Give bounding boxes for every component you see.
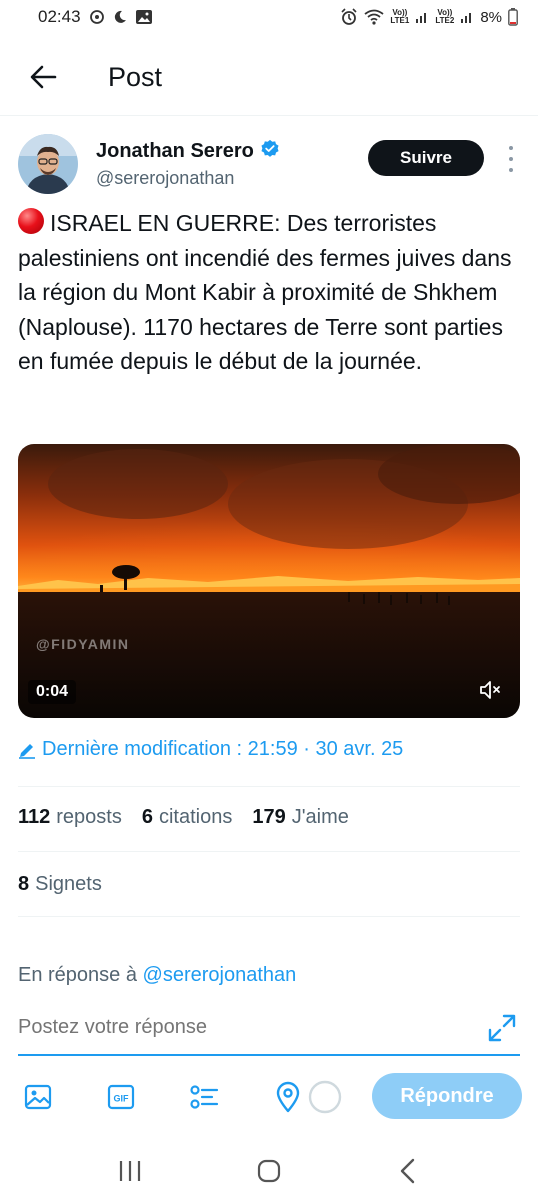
page-header: Post	[0, 42, 538, 112]
avatar[interactable]	[18, 134, 78, 194]
divider	[18, 916, 520, 917]
svg-text:GIF: GIF	[114, 1094, 130, 1104]
notification-alarm-icon	[89, 9, 105, 25]
verified-badge-icon	[260, 139, 280, 164]
sim1-indicator: Vo)) LTE1	[390, 9, 409, 25]
reposts-label: reposts	[56, 806, 122, 828]
likes-stat[interactable]: 179 J'aime	[252, 806, 349, 829]
wifi-icon	[364, 9, 384, 25]
volume-mute-icon	[480, 681, 500, 699]
reply-to-prefix: En réponse à	[18, 964, 137, 986]
divider	[18, 786, 520, 787]
system-navigation-bar	[0, 1142, 538, 1200]
sim2-label: LTE2	[435, 16, 455, 25]
add-image-button[interactable]	[20, 1079, 56, 1115]
video-watermark: @FIDYAMIN	[36, 636, 130, 652]
author-row: Jonathan Serero @sererojonathan Suivre	[18, 132, 520, 196]
signal1-icon	[415, 10, 429, 24]
recent-apps-button[interactable]	[105, 1151, 155, 1191]
reply-to-line: En réponse à @sererojonathan	[18, 964, 296, 987]
alarm-clock-icon	[340, 8, 358, 26]
sim1-label: LTE1	[390, 16, 410, 25]
author-info: Jonathan Serero @sererojonathan	[96, 139, 280, 189]
back-button[interactable]	[20, 54, 66, 100]
add-poll-button[interactable]	[186, 1079, 222, 1115]
poll-icon	[190, 1085, 219, 1109]
image-icon	[24, 1084, 52, 1110]
author-name[interactable]: Jonathan Serero	[96, 140, 254, 163]
home-icon	[257, 1159, 281, 1183]
author-handle[interactable]: @sererojonathan	[96, 168, 280, 189]
video-player[interactable]: @FIDYAMIN 0:04	[18, 444, 520, 718]
gallery-icon	[135, 9, 153, 25]
status-time: 02:43	[38, 7, 81, 26]
page-title: Post	[108, 61, 163, 92]
likes-label: J'aime	[291, 806, 349, 828]
reposts-count: 112	[18, 806, 51, 828]
reply-to-handle[interactable]: @sererojonathan	[143, 964, 297, 986]
character-count-ring	[307, 1079, 343, 1115]
reply-input-underline	[18, 1054, 520, 1056]
recent-apps-icon	[119, 1161, 140, 1181]
sim2-indicator: Vo)) LTE2	[435, 9, 454, 25]
system-back-button[interactable]	[383, 1151, 433, 1191]
more-options-icon[interactable]	[504, 146, 518, 172]
status-right: Vo)) LTE1 Vo)) LTE2 8%	[340, 8, 518, 26]
quotes-label: citations	[158, 806, 233, 828]
home-button[interactable]	[244, 1151, 294, 1191]
pencil-icon	[19, 743, 35, 759]
location-pin-icon	[276, 1081, 300, 1113]
reply-submit-button[interactable]: Répondre	[372, 1073, 522, 1119]
chevron-left-icon	[401, 1158, 415, 1184]
bookmarks-row: 8 Signets	[18, 873, 122, 896]
reposts-stat[interactable]: 112 reposts	[18, 806, 122, 829]
red-circle-emoji-icon	[18, 208, 44, 234]
bookmarks-stat[interactable]: 8 Signets	[18, 873, 102, 896]
battery-percent: 8%	[480, 8, 502, 26]
bookmarks-label: Signets	[35, 873, 102, 895]
status-left: 02:43	[38, 7, 153, 27]
moon-icon	[113, 10, 127, 24]
author-name-row: Jonathan Serero	[96, 139, 280, 164]
expand-icon	[488, 1014, 516, 1042]
engagement-stats: 112 reposts 6 citations 179 J'aime	[18, 806, 369, 829]
reply-composer: En réponse à @sererojonathan GIF Répondr…	[0, 942, 538, 1142]
reply-input[interactable]	[18, 1016, 478, 1039]
edit-history-link[interactable]: Dernière modification : 21:59 · 30 avr. …	[18, 738, 403, 761]
header-divider	[0, 115, 538, 116]
likes-count: 179	[252, 806, 286, 828]
add-gif-button[interactable]: GIF	[103, 1079, 139, 1115]
tweet-text: ISRAEL EN GUERRE: Des terroristes palest…	[18, 206, 524, 379]
fire-video-frame	[18, 444, 520, 718]
video-duration: 0:04	[28, 680, 77, 704]
add-location-button[interactable]	[270, 1079, 306, 1115]
edited-label: Dernière modification : 21:59 · 30 avr. …	[42, 738, 404, 760]
gif-icon: GIF	[107, 1084, 135, 1110]
mute-button[interactable]	[474, 674, 506, 706]
quotes-stat[interactable]: 6 citations	[142, 806, 233, 829]
arrow-left-icon	[30, 65, 57, 89]
divider	[18, 851, 520, 852]
bookmarks-count: 8	[18, 873, 30, 895]
battery-icon	[508, 8, 518, 26]
composer-toolbar: GIF Répondre	[0, 1072, 538, 1122]
expand-composer-button[interactable]	[486, 1012, 518, 1044]
quotes-count: 6	[141, 806, 153, 828]
signal2-icon	[460, 10, 474, 24]
follow-button[interactable]: Suivre	[368, 140, 484, 176]
tweet-body: ISRAEL EN GUERRE: Des terroristes palest…	[18, 210, 512, 374]
status-bar: 02:43 Vo)) LTE1 Vo)) LTE2 8%	[0, 0, 538, 34]
